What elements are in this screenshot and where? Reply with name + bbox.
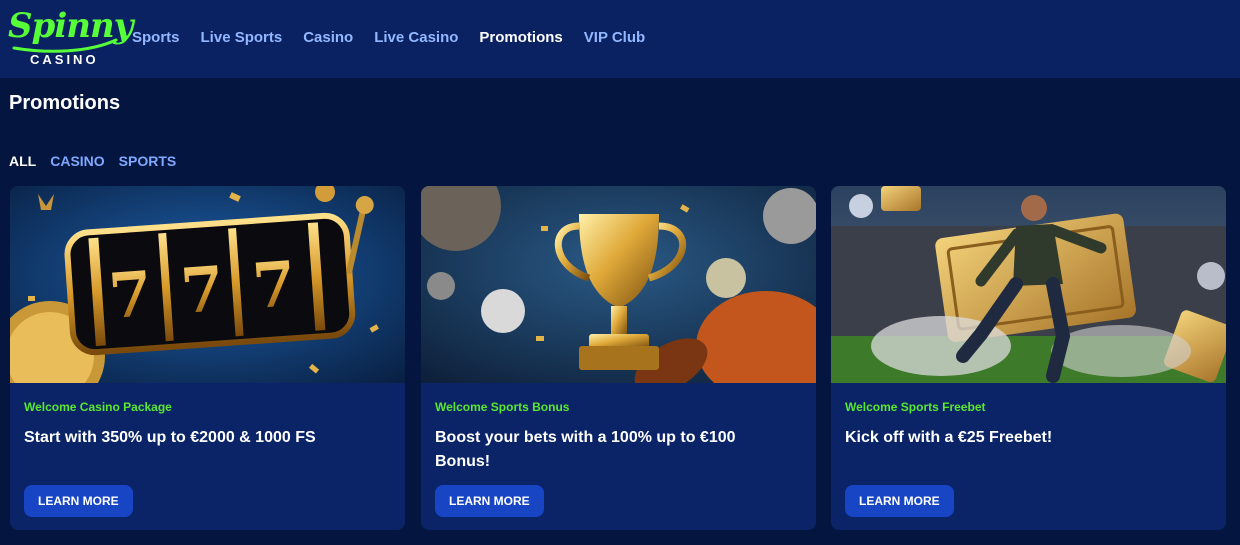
page-title: Promotions: [9, 92, 121, 114]
slot-machine-777-image: 7 7 7: [10, 186, 405, 383]
promo-title: Kick off with a €25 Freebet!: [845, 429, 1053, 446]
learn-more-button[interactable]: LEARN MORE: [845, 485, 954, 517]
nav-sports[interactable]: Sports: [132, 29, 180, 46]
spinny-casino-logo[interactable]: Spinny CASINO: [8, 8, 133, 68]
promo-card-sports-bonus: Welcome Sports Bonus Boost your bets wit…: [421, 186, 816, 530]
nav-casino[interactable]: Casino: [303, 29, 353, 46]
promo-category: Welcome Sports Bonus: [435, 400, 570, 414]
promo-card-casino: 7 7 7 Welcome Casino Package Start with …: [10, 186, 405, 530]
filter-tab-sports[interactable]: SPORTS: [119, 153, 177, 169]
nav-live-casino[interactable]: Live Casino: [374, 29, 458, 46]
filter-tab-casino[interactable]: CASINO: [50, 153, 104, 169]
site-header: Spinny CASINO Sports Live Sports Casino …: [0, 0, 1240, 78]
nav-live-sports[interactable]: Live Sports: [201, 29, 283, 46]
main-nav: Sports Live Sports Casino Live Casino Pr…: [132, 29, 666, 46]
learn-more-button[interactable]: LEARN MORE: [435, 485, 544, 517]
svg-text:7: 7: [178, 252, 226, 328]
nav-promotions[interactable]: Promotions: [479, 29, 562, 46]
promo-category: Welcome Casino Package: [24, 400, 172, 414]
nav-vip-club[interactable]: VIP Club: [584, 29, 645, 46]
promo-title: Start with 350% up to €2000 & 1000 FS: [24, 429, 316, 446]
gold-trophy-image: [421, 186, 816, 383]
svg-text:7: 7: [250, 247, 298, 323]
promo-card-sports-freebet: Welcome Sports Freebet Kick off with a €…: [831, 186, 1226, 530]
learn-more-button[interactable]: LEARN MORE: [24, 485, 133, 517]
filter-tab-all[interactable]: ALL: [9, 153, 36, 169]
logo-subtitle: CASINO: [30, 52, 99, 67]
footballer-ticket-image: [831, 186, 1226, 383]
svg-text:7: 7: [106, 257, 154, 333]
promo-filter-tabs: ALL CASINO SPORTS: [9, 153, 190, 169]
promo-category: Welcome Sports Freebet: [845, 400, 986, 414]
promo-title: Boost your bets with a 100% up to €100 B…: [435, 429, 736, 470]
